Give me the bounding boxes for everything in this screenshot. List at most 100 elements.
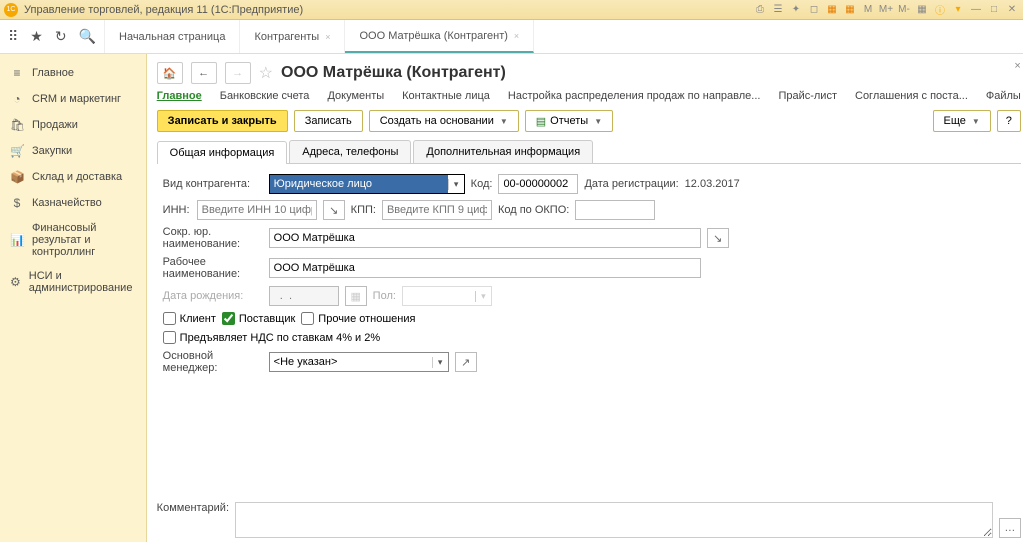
action-row: Записать и закрыть Записать Создать на о…	[157, 110, 1021, 132]
type-value: Юридическое лицо	[270, 175, 448, 193]
shortname-fill-button[interactable]: ↘	[707, 228, 729, 248]
client-checkbox[interactable]: Клиент	[163, 312, 216, 325]
chevron-down-icon: ▼	[594, 117, 602, 126]
code-label: Код:	[471, 178, 493, 190]
okpo-input[interactable]	[575, 200, 655, 220]
subnav-files[interactable]: Файлы	[986, 90, 1021, 102]
icon4[interactable]: ◻	[807, 3, 821, 17]
type-select[interactable]: Юридическое лицо ▾	[269, 174, 465, 194]
tab-matreshka[interactable]: ООО Матрёшка (Контрагент)×	[345, 20, 534, 53]
help-button[interactable]: ?	[997, 110, 1021, 132]
back-button[interactable]: ←	[191, 62, 217, 84]
create-based-button[interactable]: Создать на основании▼	[369, 110, 519, 132]
manager-select[interactable]: <Не указан> ▾	[269, 352, 449, 372]
regdate-value: 12.03.2017	[685, 178, 740, 190]
toolbar: ⠿ ★ ↻ 🔍 Начальная страница Контрагенты× …	[0, 20, 1023, 54]
subnav-main[interactable]: Главное	[157, 90, 202, 102]
icon1[interactable]: ⎙	[753, 3, 767, 17]
subnav-contacts[interactable]: Контактные лица	[402, 90, 490, 102]
window-title: Управление торговлей, редакция 11 (1С:Пр…	[24, 4, 753, 16]
sidebar-item-treasury[interactable]: $Казначейство	[0, 190, 146, 216]
comment-input[interactable]	[235, 502, 993, 538]
calendar-icon[interactable]: ▦	[915, 3, 929, 17]
comment-label: Комментарий:	[157, 502, 229, 514]
m1[interactable]: M	[861, 3, 875, 17]
sep: ▾	[951, 3, 965, 17]
other-checkbox[interactable]: Прочие отношения	[301, 312, 415, 325]
reports-button[interactable]: ▤Отчеты▼	[525, 110, 613, 132]
subnav-price[interactable]: Прайс-лист	[778, 90, 837, 102]
m3[interactable]: M-	[897, 3, 911, 17]
top-tabs: Начальная страница Контрагенты× ООО Матр…	[105, 20, 534, 53]
manager-open-button[interactable]: ↗	[455, 352, 477, 372]
comment-expand-button[interactable]: …	[999, 518, 1021, 538]
supplier-checkbox[interactable]: Поставщик	[222, 312, 295, 325]
icon6[interactable]: ▦	[843, 3, 857, 17]
icon3[interactable]: ✦	[789, 3, 803, 17]
search-icon[interactable]: 🔍	[79, 28, 96, 45]
content: × 🏠 ← → ☆ ООО Матрёшка (Контрагент) Глав…	[147, 54, 1023, 542]
star-icon[interactable]: ★	[30, 28, 43, 45]
icon5[interactable]: ▦	[825, 3, 839, 17]
maximize-icon[interactable]: □	[987, 3, 1001, 17]
subnav-sales[interactable]: Настройка распределения продаж по направ…	[508, 90, 761, 102]
shortname-input[interactable]	[269, 228, 701, 248]
code-input[interactable]	[498, 174, 578, 194]
bag-icon: 🛍	[10, 118, 24, 132]
inner-tab-general[interactable]: Общая информация	[157, 141, 288, 164]
close-icon[interactable]: ×	[514, 31, 519, 41]
chevron-down-icon[interactable]: ▾	[432, 357, 448, 368]
inner-tab-addresses[interactable]: Адреса, телефоны	[289, 140, 411, 163]
icon2[interactable]: ☰	[771, 3, 785, 17]
subnav-agreements[interactable]: Соглашения с поста...	[855, 90, 968, 102]
info-icon[interactable]: ⓘ	[933, 3, 947, 17]
save-close-button[interactable]: Записать и закрыть	[157, 110, 288, 132]
inn-input[interactable]	[197, 200, 317, 220]
home-button[interactable]: 🏠	[157, 62, 183, 84]
regdate-label: Дата регистрации:	[584, 178, 678, 190]
inn-label: ИНН:	[163, 204, 191, 216]
history-icon[interactable]: ↻	[55, 28, 67, 45]
birth-label: Дата рождения:	[163, 290, 263, 302]
crm-icon: ◔	[10, 92, 24, 106]
minimize-icon[interactable]: —	[969, 3, 983, 17]
subnav: Главное Банковские счета Документы Конта…	[157, 90, 1021, 102]
m2[interactable]: M+	[879, 3, 893, 17]
save-button[interactable]: Записать	[294, 110, 363, 132]
subnav-bank[interactable]: Банковские счета	[220, 90, 310, 102]
inn-fill-button[interactable]: ↘	[323, 200, 345, 220]
close-icon[interactable]: ✕	[1005, 3, 1019, 17]
sidebar-item-sales[interactable]: 🛍Продажи	[0, 112, 146, 138]
kpp-input[interactable]	[382, 200, 492, 220]
apps-icon[interactable]: ⠿	[8, 28, 18, 45]
shortname-label: Сокр. юр. наименование:	[163, 226, 263, 250]
page-title: ООО Матрёшка (Контрагент)	[281, 64, 506, 82]
more-button[interactable]: Еще▼	[933, 110, 991, 132]
sidebar-item-main[interactable]: ≡Главное	[0, 60, 146, 86]
birth-calendar-button: ▦	[345, 286, 367, 306]
tab-contragents[interactable]: Контрагенты×	[240, 20, 345, 53]
sidebar-item-purchases[interactable]: 🛒Закупки	[0, 138, 146, 164]
gear-icon: ⚙	[10, 275, 21, 289]
box-icon: 📦	[10, 170, 24, 184]
tab-start[interactable]: Начальная страница	[105, 20, 240, 53]
sidebar: ≡Главное ◔CRM и маркетинг 🛍Продажи 🛒Заку…	[0, 54, 147, 542]
inner-tab-additional[interactable]: Дополнительная информация	[413, 140, 593, 163]
type-label: Вид контрагента:	[163, 178, 263, 190]
chevron-down-icon[interactable]: ▾	[448, 179, 464, 190]
vat-checkbox[interactable]: Предъявляет НДС по ставкам 4% и 2%	[163, 331, 380, 344]
chevron-down-icon: ▼	[972, 117, 980, 126]
sidebar-item-nsi[interactable]: ⚙НСИ и администрирование	[0, 264, 146, 300]
forward-button[interactable]: →	[225, 62, 251, 84]
sidebar-item-finance[interactable]: 📊Финансовый результат и контроллинг	[0, 216, 146, 264]
favorite-icon[interactable]: ☆	[259, 63, 273, 83]
subnav-docs[interactable]: Документы	[327, 90, 384, 102]
workname-input[interactable]	[269, 258, 701, 278]
close-page-icon[interactable]: ×	[1014, 60, 1020, 72]
close-icon[interactable]: ×	[325, 32, 330, 42]
titlebar: 1C Управление торговлей, редакция 11 (1С…	[0, 0, 1023, 20]
sex-select: ▾	[402, 286, 492, 306]
sidebar-item-crm[interactable]: ◔CRM и маркетинг	[0, 86, 146, 112]
kpp-label: КПП:	[351, 204, 376, 216]
sidebar-item-warehouse[interactable]: 📦Склад и доставка	[0, 164, 146, 190]
